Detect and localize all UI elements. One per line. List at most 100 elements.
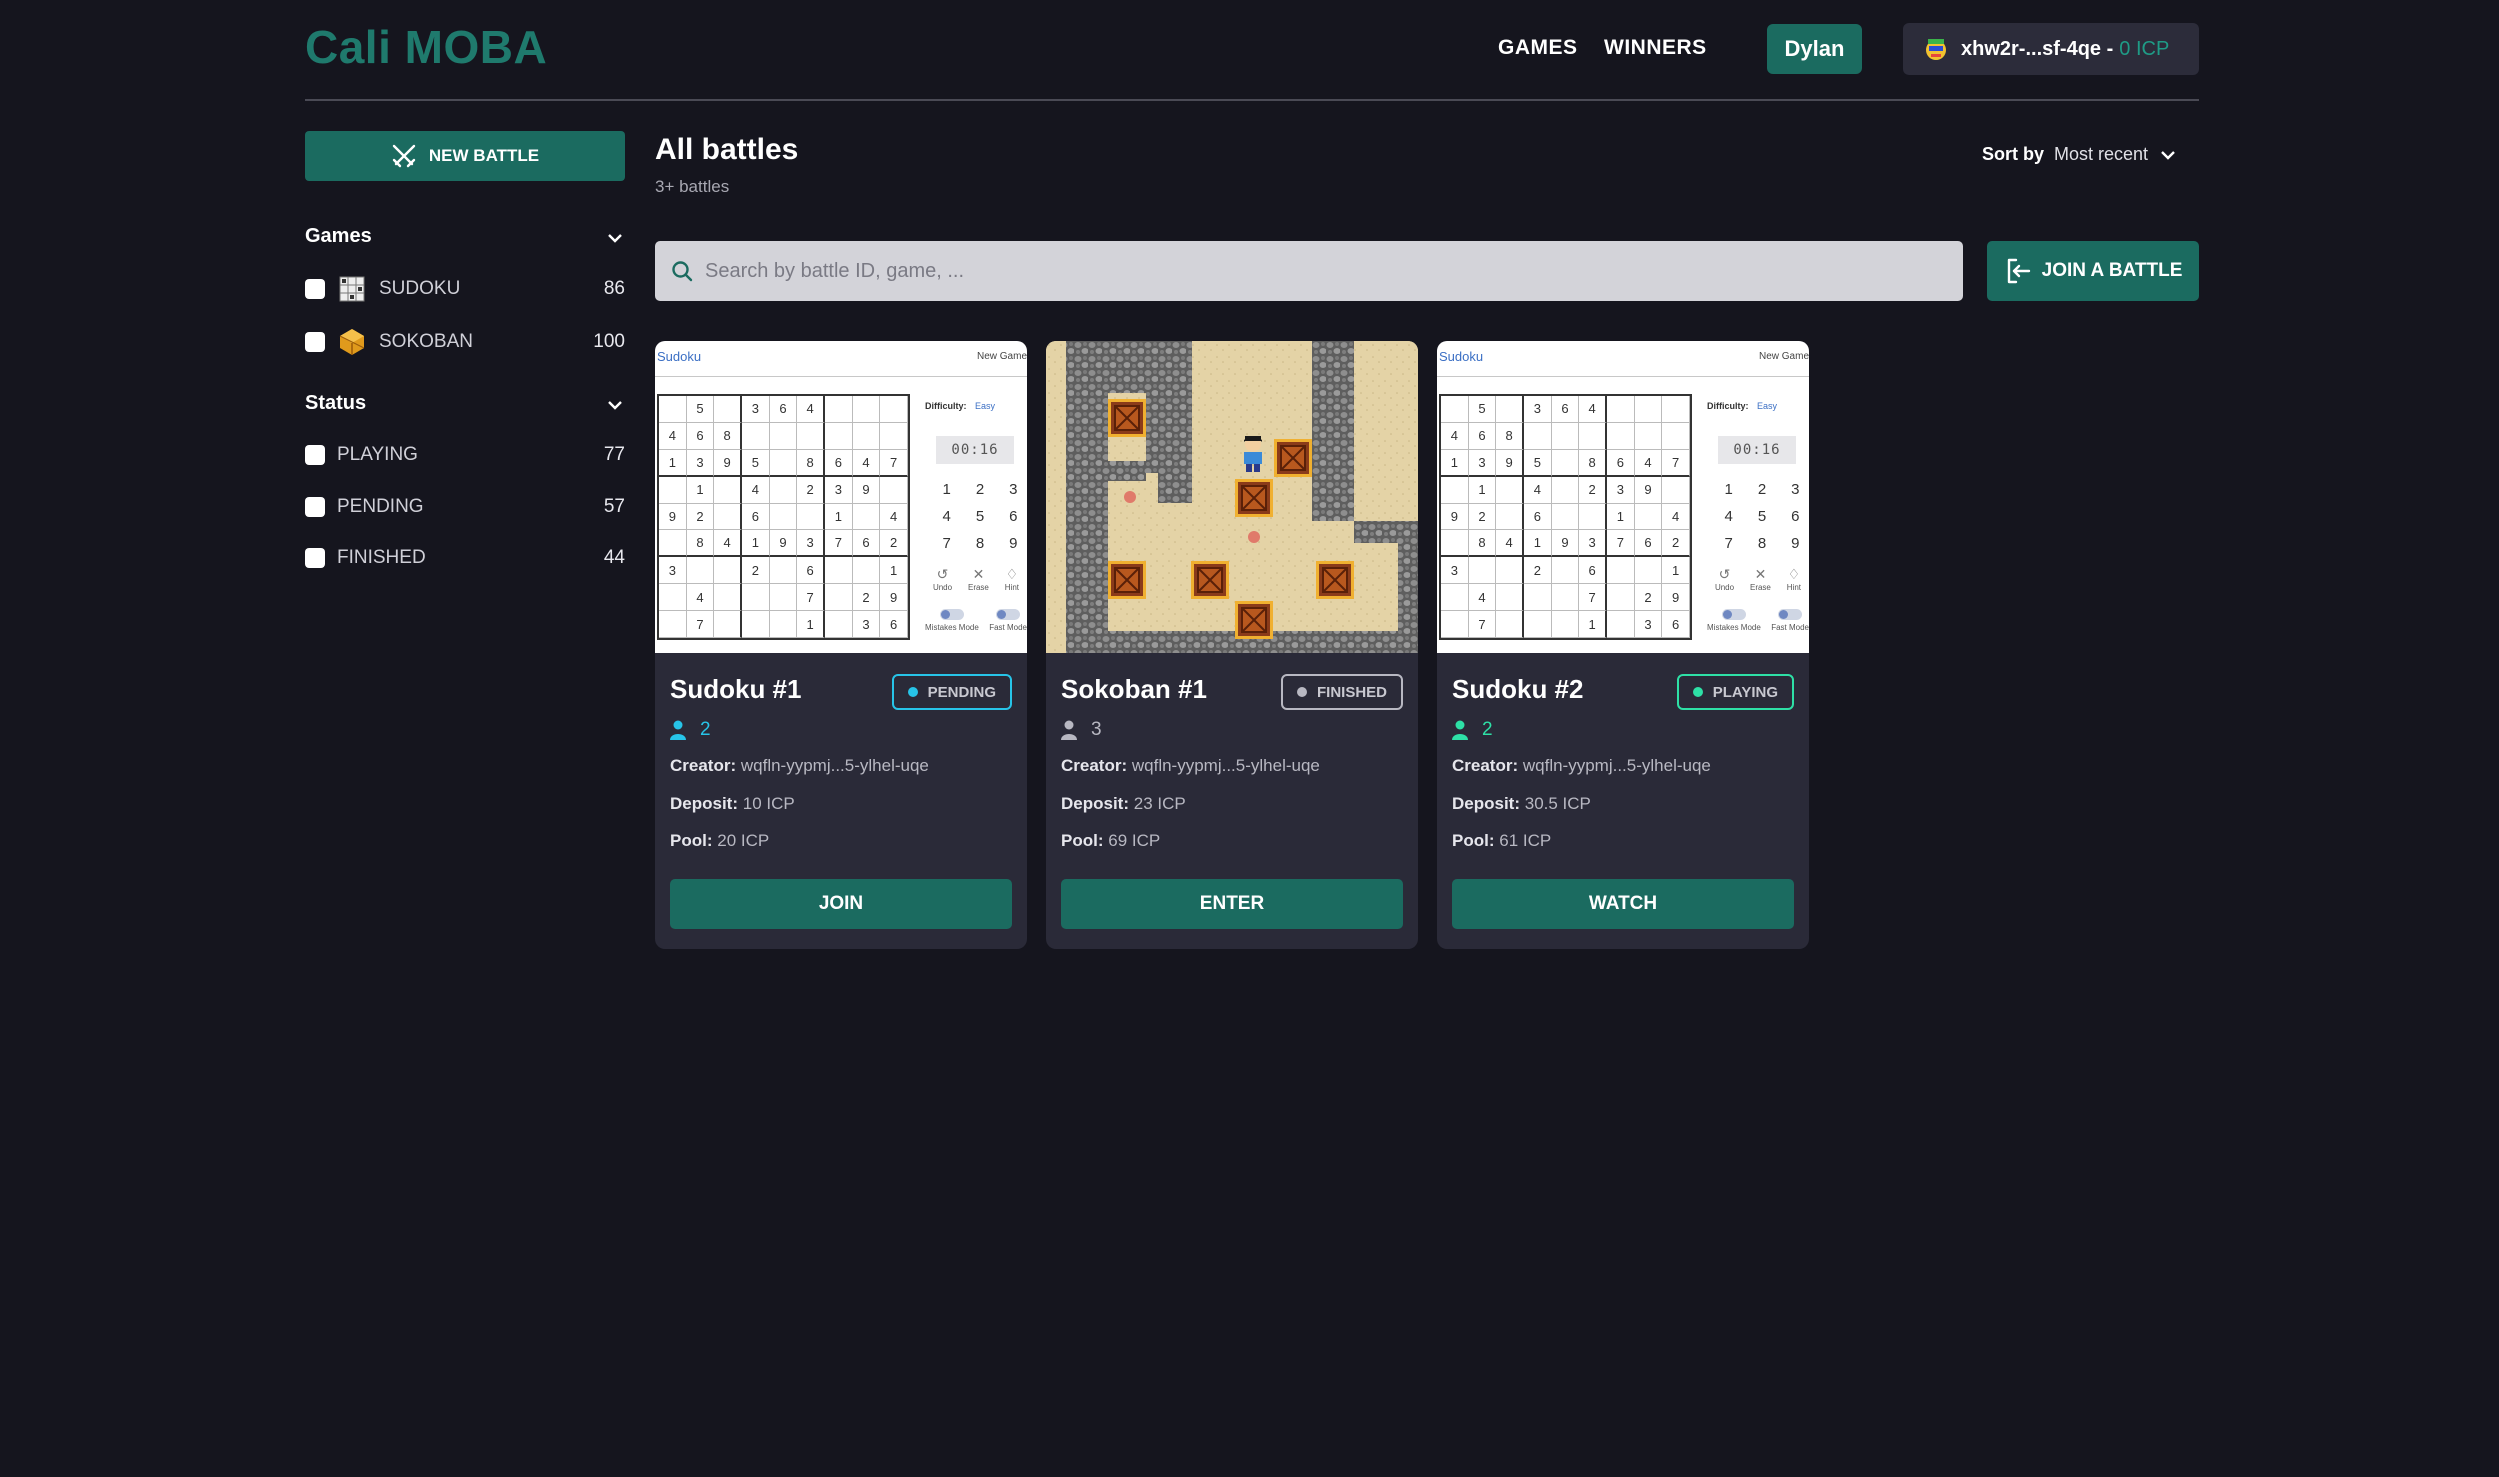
status-badge: FINISHED — [1280, 674, 1403, 710]
sudoku-cell: 9 — [714, 449, 742, 477]
sudoku-cell: 5 — [1468, 396, 1497, 423]
sudoku-cell: 1 — [824, 503, 853, 531]
status-heading[interactable]: Status — [305, 392, 366, 415]
tool-label: Erase — [967, 583, 989, 592]
sudoku-cell — [1579, 422, 1607, 450]
sort-dropdown[interactable]: Sort by Most recent — [1982, 144, 2178, 165]
app-logo[interactable]: Cali MOBA — [305, 20, 547, 74]
sudoku-tools: ↺ Undo ✕ Erase ♢ Hint — [925, 566, 1027, 592]
search-input[interactable] — [705, 259, 1905, 283]
join-button[interactable]: JOIN — [670, 879, 1012, 929]
search-bar[interactable] — [655, 241, 1963, 301]
battle-card[interactable]: Sudoku New Game 5 3 6 4 4 6 8 1 3 9 5 8 6 4 7 1 4 2 3 9 9 2 6 1 4 8… — [655, 341, 1027, 949]
sudoku-cell — [769, 557, 798, 585]
filter-status-finished[interactable]: FINISHED 44 — [305, 541, 625, 575]
sudoku-tool: ✕ Erase — [1750, 566, 1771, 592]
sokoban-checkbox[interactable] — [305, 332, 325, 352]
filter-game-sokoban[interactable]: SOKOBAN 100 — [305, 325, 625, 359]
creator-label: Creator: — [670, 756, 737, 775]
sudoku-cell — [1606, 422, 1635, 450]
pending-checkbox[interactable] — [305, 497, 325, 517]
creator-value: wqfln-yypmj...5-ylhel-uqe — [1131, 756, 1320, 775]
sudoku-cell: 9 — [1662, 584, 1690, 612]
sudoku-cell: 2 — [880, 530, 908, 558]
sudoku-cell — [1523, 422, 1552, 450]
sudoku-cell — [741, 584, 770, 612]
sudoku-cell: 6 — [880, 611, 908, 638]
sudoku-icon — [337, 274, 367, 304]
status-chevron-down-icon[interactable] — [605, 395, 625, 415]
battle-card[interactable]: Sokoban #1 FINISHED 3 Creator: wqfln-yyp… — [1046, 341, 1418, 949]
sudoku-cell — [824, 611, 853, 638]
sudoku-checkbox[interactable] — [305, 279, 325, 299]
sudoku-timer: 00:16 — [936, 436, 1014, 464]
deposit-value: 23 ICP — [1133, 794, 1186, 813]
sudoku-toggles: Mistakes Mode Fast Mode — [1707, 609, 1809, 632]
deposit-info: Deposit: 10 ICP — [670, 794, 795, 814]
number-pad-key: 3 — [1791, 481, 1800, 498]
number-pad-key: 7 — [1724, 535, 1733, 552]
user-button[interactable]: Dylan — [1767, 24, 1862, 74]
games-heading[interactable]: Games — [305, 225, 372, 248]
user-icon — [670, 720, 686, 740]
number-pad-key: 8 — [975, 535, 985, 552]
sudoku-tool: ↺ Undo — [1715, 566, 1734, 592]
sudoku-thumb-title: Sudoku — [657, 349, 702, 364]
sudoku-cell: 9 — [1634, 476, 1663, 504]
filter-status-playing[interactable]: PLAYING 77 — [305, 438, 625, 472]
finished-checkbox[interactable] — [305, 548, 325, 568]
pool-info: Pool: 61 ICP — [1452, 831, 1551, 851]
games-chevron-down-icon[interactable] — [605, 228, 625, 248]
battle-card[interactable]: Sudoku New Game 5 3 6 4 4 6 8 1 3 9 5 8 6 4 7 1 4 2 3 9 9 2 6 1 4 8… — [1437, 341, 1809, 949]
creator-value: wqfln-yypmj...5-ylhel-uqe — [740, 756, 929, 775]
sudoku-cell: 1 — [1468, 476, 1497, 504]
sudoku-cell: 6 — [1523, 503, 1552, 531]
sudoku-cell: 7 — [1662, 449, 1690, 477]
sudoku-cell — [714, 584, 742, 612]
sudoku-number-pad: 1 2 3 4 5 6 7 8 9 — [930, 481, 1027, 552]
sudoku-cell — [1551, 557, 1580, 585]
tool-label: Erase — [1749, 583, 1771, 592]
sudoku-cell: 9 — [1441, 503, 1469, 531]
finished-filter-label: FINISHED — [337, 547, 426, 568]
join-a-battle-button[interactable]: JOIN A BATTLE — [1987, 241, 2199, 301]
sudoku-cell: 3 — [1634, 611, 1663, 638]
erase-icon: ✕ — [1754, 566, 1767, 582]
sudoku-cell — [1496, 557, 1524, 585]
sudoku-cell: 6 — [686, 422, 715, 450]
sudoku-cell: 7 — [1468, 611, 1497, 638]
sudoku-cell: 6 — [852, 530, 881, 558]
sudoku-toggle: Mistakes Mode — [1707, 609, 1761, 632]
filter-status-pending[interactable]: PENDING 57 — [305, 490, 625, 524]
filter-game-sudoku[interactable]: SUDOKU 86 — [305, 272, 625, 306]
sudoku-toggle: Mistakes Mode — [925, 609, 979, 632]
join-a-battle-label: JOIN A BATTLE — [2041, 260, 2183, 281]
sudoku-tools: ↺ Undo ✕ Erase ♢ Hint — [1707, 566, 1809, 592]
sudoku-cell — [769, 503, 798, 531]
nav-games[interactable]: GAMES — [1498, 36, 1578, 60]
sudoku-cell: 6 — [824, 449, 853, 477]
nav-winners[interactable]: WINNERS — [1604, 36, 1707, 60]
watch-button[interactable]: WATCH — [1452, 879, 1794, 929]
sudoku-cell: 8 — [1468, 530, 1497, 558]
playing-checkbox[interactable] — [305, 445, 325, 465]
sort-label: Sort by — [1982, 144, 2045, 164]
sudoku-cell: 5 — [1523, 449, 1552, 477]
sudoku-cell: 2 — [1579, 476, 1607, 504]
tool-label: Undo — [932, 583, 953, 592]
sudoku-cell: 2 — [1634, 584, 1663, 612]
sudoku-cell — [714, 503, 742, 531]
hint-icon: ♢ — [1005, 566, 1019, 582]
sudoku-cell: 3 — [797, 530, 825, 558]
sudoku-cell — [880, 422, 908, 450]
wallet-button[interactable]: xhw2r-...sf-4qe - 0 ICP — [1903, 23, 2199, 75]
new-battle-button[interactable]: NEW BATTLE — [305, 131, 625, 181]
enter-button[interactable]: ENTER — [1061, 879, 1403, 929]
sudoku-cell — [1496, 396, 1524, 423]
user-icon — [1452, 720, 1468, 740]
sudoku-cell: 2 — [797, 476, 825, 504]
toggle-switch-icon — [1778, 609, 1803, 620]
sudoku-cell — [1606, 557, 1635, 585]
page-title: All battles — [655, 133, 799, 166]
status-badge: PLAYING — [1676, 674, 1794, 710]
